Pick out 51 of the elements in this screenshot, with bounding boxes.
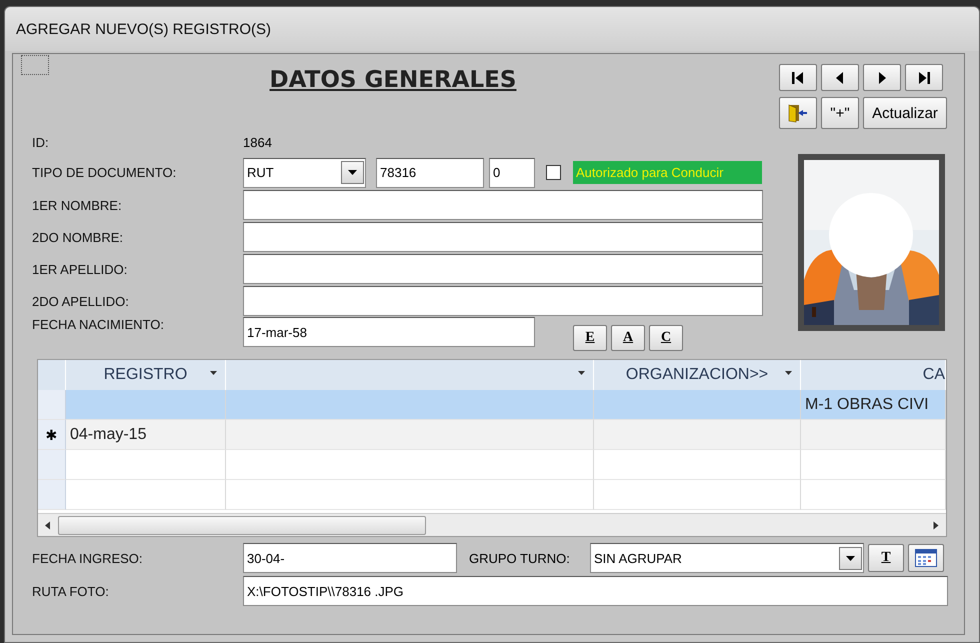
horizontal-scrollbar[interactable] (38, 513, 946, 536)
field-label: RUTA FOTO: (32, 584, 110, 598)
first-record-icon (791, 70, 805, 84)
navigation-button[interactable] (863, 64, 901, 91)
field-label: FECHA NACIMIENTO: (32, 317, 165, 332)
dropdown-field[interactable]: SIN AGRUPAR (590, 543, 864, 573)
field-label: TIPO DE DOCUMENTO: (32, 165, 178, 180)
calendar-button[interactable] (908, 544, 944, 572)
field-label: GRUPO TURNO: (469, 550, 571, 566)
window-title: AGREGAR NUEVO(S) REGISTRO(S) (16, 20, 272, 38)
field-label: 1ER NOMBRE: (32, 198, 123, 212)
action-button[interactable]: Actualizar (863, 97, 947, 129)
input-field[interactable]: 0 (489, 158, 535, 188)
door-arrow-icon (788, 104, 808, 122)
calendar-icon (915, 549, 937, 567)
caret-icon (846, 556, 855, 560)
form-heading: DATOS GENERALES (270, 67, 516, 93)
scroll-left-icon[interactable] (45, 520, 51, 530)
id-value: 1864 (243, 135, 272, 150)
input-field[interactable]: 17-mar-58 (243, 317, 535, 347)
table-cell: 04-may-15 (66, 420, 226, 450)
last-record-icon (917, 70, 931, 84)
focus-rectangle (21, 55, 49, 75)
format-button[interactable]: T (868, 544, 904, 572)
scroll-right-icon[interactable] (933, 520, 939, 530)
format-button[interactable]: E (573, 325, 607, 351)
navigation-button[interactable] (821, 64, 859, 91)
exit-button[interactable] (779, 97, 817, 129)
input-field[interactable]: 30-04- (243, 543, 457, 573)
dropdown-field[interactable]: RUT (243, 158, 366, 188)
field-label: FECHA INGRESO: (32, 550, 144, 566)
navigation-button[interactable] (779, 64, 817, 91)
field-label: 1ER APELLIDO: (32, 262, 128, 276)
input-field[interactable] (243, 222, 763, 252)
checkbox[interactable] (546, 165, 561, 180)
status-label: Autorizado para Conducir (573, 161, 762, 184)
caret-icon (348, 170, 357, 175)
input-field[interactable] (243, 190, 763, 220)
field-label: ID: (32, 135, 50, 150)
table-cell: M-1 OBRAS CIVI (801, 390, 946, 420)
navigation-button[interactable] (905, 64, 943, 91)
format-button[interactable]: C (649, 325, 683, 351)
action-button[interactable]: "+" (821, 97, 859, 129)
field-label: 2DO NOMBRE: (32, 230, 124, 244)
input-field[interactable]: X:\FOTOSTIP\\78316 .JPG (243, 576, 948, 606)
row-selector[interactable]: ✱ (38, 420, 66, 450)
field-label: 2DO APELLIDO: (32, 294, 130, 308)
input-field[interactable] (243, 254, 763, 284)
input-field[interactable] (243, 286, 763, 316)
input-field[interactable]: 78316 (376, 158, 484, 188)
format-button[interactable]: A (611, 325, 645, 351)
